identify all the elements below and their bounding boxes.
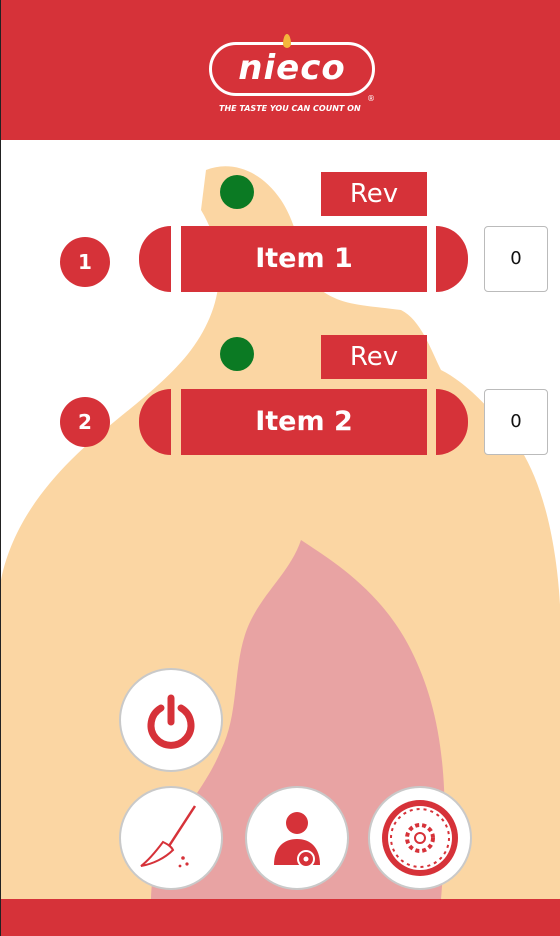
broom-icon <box>140 805 197 868</box>
user-gear-icon <box>274 812 320 868</box>
count-field-1[interactable]: 0 <box>484 226 548 292</box>
logo-text: nieco <box>238 48 346 88</box>
logo-tagline: THE TASTE YOU CAN COUNT ON <box>219 104 361 113</box>
header-bar: nieco ® THE TASTE YOU CAN COUNT ON <box>1 0 560 140</box>
clean-button[interactable] <box>119 786 223 890</box>
app-window: nieco ® THE TASTE YOU CAN COUNT ON Rev 1… <box>0 0 560 936</box>
user-settings-button[interactable] <box>245 786 349 890</box>
row-number-2: 2 <box>60 397 110 447</box>
rev-button-1[interactable]: Rev <box>321 172 427 216</box>
footer-bar <box>1 899 560 936</box>
power-button[interactable] <box>119 668 223 772</box>
dial-gear-icon <box>382 800 458 876</box>
item-button-1[interactable]: Item 1 <box>181 226 427 292</box>
registered-mark: ® <box>367 94 375 103</box>
power-icon <box>147 694 195 749</box>
row-number-1: 1 <box>60 237 110 287</box>
item-button-2[interactable]: Item 2 <box>181 389 427 455</box>
nieco-logo: nieco ® THE TASTE YOU CAN COUNT ON <box>209 34 377 120</box>
status-led-1 <box>220 175 254 209</box>
rev-button-2[interactable]: Rev <box>321 335 427 379</box>
status-led-2 <box>220 337 254 371</box>
logo-flame-icon <box>283 34 291 48</box>
system-settings-button[interactable] <box>368 786 472 890</box>
count-field-2[interactable]: 0 <box>484 389 548 455</box>
